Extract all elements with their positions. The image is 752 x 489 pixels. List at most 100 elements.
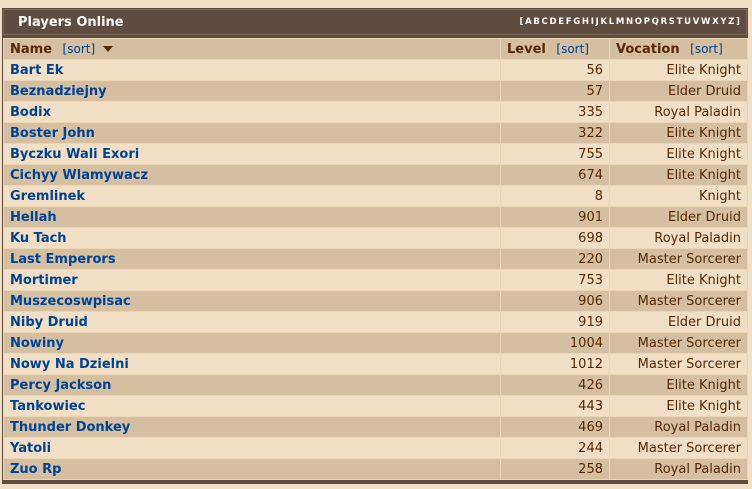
letter-filter-link[interactable]: J (596, 17, 600, 27)
player-vocation: Royal Paladin (609, 227, 748, 249)
player-vocation: Elite Knight (609, 395, 748, 417)
player-vocation: Master Sorcerer (609, 248, 748, 270)
player-name-link[interactable]: Boster John (3, 122, 501, 144)
player-name-link[interactable]: Nowy Na Dzielni (3, 353, 501, 375)
player-name-link[interactable]: Beznadziejny (3, 80, 501, 102)
player-level: 443 (500, 395, 610, 417)
table-row: Thunder Donkey 469 Royal Paladin (3, 416, 748, 438)
letter-filter-link[interactable]: R (661, 17, 668, 27)
player-vocation: Royal Paladin (609, 458, 748, 480)
player-vocation: Elite Knight (609, 374, 748, 396)
player-name-link[interactable]: Tankowiec (3, 395, 501, 417)
player-name-link[interactable]: Byczku Wali Exori (3, 143, 501, 165)
table-row: Beznadziejny 57 Elder Druid (3, 80, 748, 102)
player-name-link[interactable]: Bart Ek (3, 59, 501, 81)
player-level: 335 (500, 101, 610, 123)
table-row: Cichyy Wlamywacz 674 Elite Knight (3, 164, 748, 186)
letter-filter-link[interactable]: G (573, 17, 580, 27)
table-row: Percy Jackson 426 Elite Knight (3, 374, 748, 396)
letter-filter-link[interactable]: L (609, 17, 615, 27)
player-name-link[interactable]: Muszecoswpisac (3, 290, 501, 312)
player-level: 698 (500, 227, 610, 249)
sort-name-link[interactable]: [sort] (63, 42, 96, 56)
letter-filter-link[interactable]: U (684, 17, 691, 27)
letter-filter-link[interactable]: C (542, 17, 549, 27)
player-level: 469 (500, 416, 610, 438)
column-header-name-label: Name (10, 41, 53, 57)
table-row: Ku Tach 698 Royal Paladin (3, 227, 748, 249)
table-row: Hellah 901 Elder Druid (3, 206, 748, 228)
column-header-level-label: Level (507, 41, 546, 57)
letter-filter-link[interactable]: T (677, 17, 683, 27)
table-row: Gremlinek 8 Knight (3, 185, 748, 207)
sort-level-link[interactable]: [sort] (556, 42, 589, 56)
letter-filter-link[interactable]: Q (652, 17, 660, 27)
letter-filter-link[interactable]: O (635, 17, 643, 27)
letter-filter-link[interactable]: W (701, 17, 711, 27)
column-header-vocation-label: Vocation (616, 41, 680, 57)
player-name-link[interactable]: Percy Jackson (3, 374, 501, 396)
player-vocation: Elder Druid (609, 311, 748, 333)
player-name-link[interactable]: Bodix (3, 101, 501, 123)
table-row: Bodix 335 Royal Paladin (3, 101, 748, 123)
letter-filter-link[interactable]: K (600, 17, 607, 27)
table-row: Muszecoswpisac 906 Master Sorcerer (3, 290, 748, 312)
player-name-link[interactable]: Gremlinek (3, 185, 501, 207)
table-row: Bart Ek 56 Elite Knight (3, 59, 748, 81)
column-header-vocation: Vocation [sort] (609, 38, 748, 60)
letter-filter-link[interactable]: B (533, 17, 540, 27)
table-row: Byczku Wali Exori 755 Elite Knight (3, 143, 748, 165)
letter-filter-link[interactable]: N (626, 17, 634, 27)
table-header-row: Name [sort] Level [sort] Vocation [sort] (3, 38, 748, 60)
player-level: 901 (500, 206, 610, 228)
player-level: 258 (500, 458, 610, 480)
player-name-link[interactable]: Cichyy Wlamywacz (3, 164, 501, 186)
players-table: Name [sort] Level [sort] Vocation [sort]… (3, 38, 748, 480)
player-vocation: Elite Knight (609, 59, 748, 81)
player-name-link[interactable]: Zuo Rp (3, 458, 501, 480)
sort-vocation-link[interactable]: [sort] (690, 42, 723, 56)
letter-filter-link[interactable]: V (693, 17, 700, 27)
letter-filter-link[interactable]: M (616, 17, 625, 27)
player-vocation: Royal Paladin (609, 416, 748, 438)
table-row: Zuo Rp 258 Royal Paladin (3, 458, 748, 480)
player-vocation: Elite Knight (609, 269, 748, 291)
table-row: Mortimer 753 Elite Knight (3, 269, 748, 291)
column-header-level: Level [sort] (500, 38, 610, 60)
letter-filter-link[interactable]: A (525, 17, 532, 27)
letter-filter-link[interactable]: E (558, 17, 564, 27)
letter-filter-link[interactable]: D (549, 17, 557, 27)
letter-filter-link[interactable]: F (566, 17, 572, 27)
player-name-link[interactable]: Ku Tach (3, 227, 501, 249)
letter-bracket: ] (736, 17, 741, 27)
letter-filter-link[interactable]: I (591, 17, 595, 27)
table-row: Boster John 322 Elite Knight (3, 122, 748, 144)
player-level: 426 (500, 374, 610, 396)
player-vocation: Elite Knight (609, 143, 748, 165)
player-level: 244 (500, 437, 610, 459)
player-name-link[interactable]: Niby Druid (3, 311, 501, 333)
player-name-link[interactable]: Yatoli (3, 437, 501, 459)
letter-filter: [ABCDEFGHIJKLMNOPQRSTUVWXYZ] (519, 17, 741, 27)
player-level: 322 (500, 122, 610, 144)
player-vocation: Elite Knight (609, 164, 748, 186)
player-level: 755 (500, 143, 610, 165)
player-name-link[interactable]: Mortimer (3, 269, 501, 291)
player-name-link[interactable]: Nowiny (3, 332, 501, 354)
letter-filter-link[interactable]: Z (728, 17, 735, 27)
caption-bar: Players Online [ABCDEFGHIJKLMNOPQRSTUVWX… (3, 9, 747, 35)
player-name-link[interactable]: Hellah (3, 206, 501, 228)
player-level: 674 (500, 164, 610, 186)
player-name-link[interactable]: Last Emperors (3, 248, 501, 270)
letter-bracket: [ (519, 17, 524, 27)
player-name-link[interactable]: Thunder Donkey (3, 416, 501, 438)
player-level: 57 (500, 80, 610, 102)
letter-filter-link[interactable]: X (712, 17, 719, 27)
letter-filter-link[interactable]: Y (720, 17, 727, 27)
table-row: Tankowiec 443 Elite Knight (3, 395, 748, 417)
player-vocation: Knight (609, 185, 748, 207)
player-level: 220 (500, 248, 610, 270)
letter-filter-link[interactable]: S (669, 17, 676, 27)
letter-filter-link[interactable]: H (582, 17, 590, 27)
letter-filter-link[interactable]: P (644, 17, 651, 27)
